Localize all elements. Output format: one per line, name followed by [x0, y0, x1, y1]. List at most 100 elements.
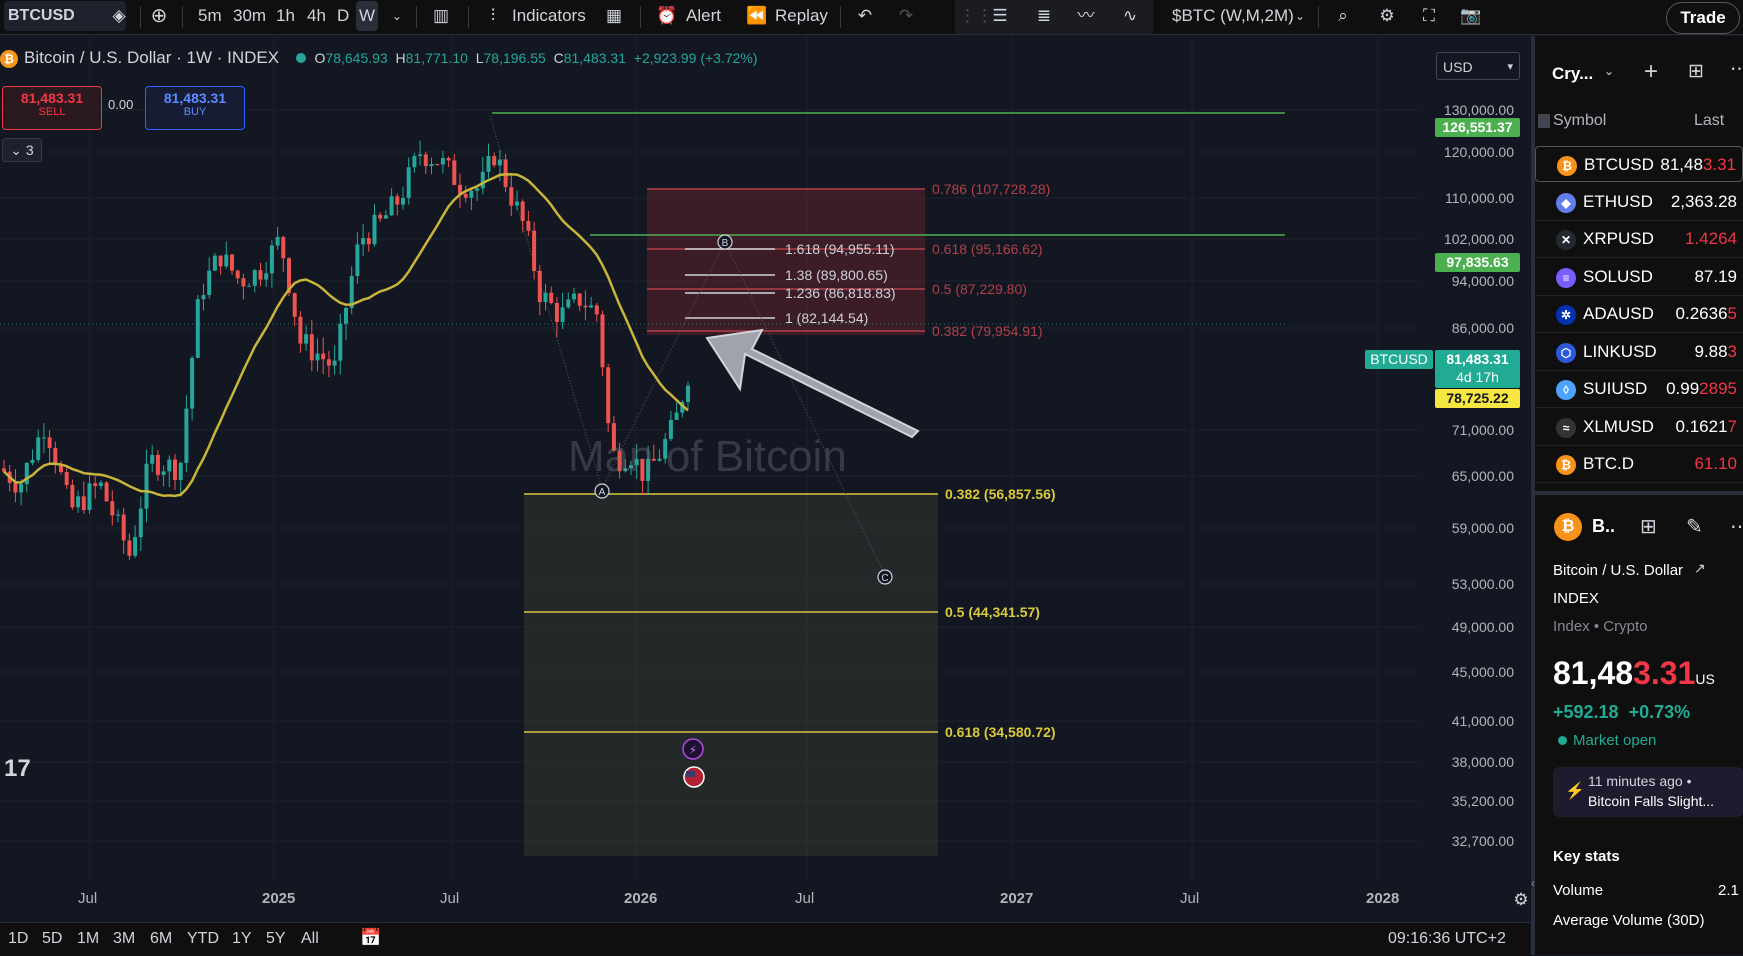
timeframe-5m[interactable]: 5m	[198, 0, 222, 32]
currency-select[interactable]: USD ▾	[1436, 52, 1520, 80]
edit-icon[interactable]: ✎	[1686, 514, 1703, 539]
chevron-down-icon[interactable]: ⌄	[384, 4, 410, 28]
collapse-indicators-button[interactable]: ⌄ 3	[2, 138, 42, 162]
timeframe-1h[interactable]: 1h	[276, 0, 295, 32]
fib-upper-label: 0.382 (79,954.91)	[932, 323, 1043, 339]
wave-label-b[interactable]: B	[717, 234, 733, 250]
col-last[interactable]: Last	[1694, 112, 1724, 130]
undo-icon[interactable]: ↶	[852, 4, 878, 28]
range-1d[interactable]: 1D	[8, 930, 28, 948]
comparison-symbol[interactable]: $BTC (W,M,2M)	[1172, 0, 1294, 32]
sell-button[interactable]: 81,483.31 SELL	[2, 86, 102, 130]
buy-button[interactable]: 81,483.31 BUY	[145, 86, 245, 130]
settings-icon[interactable]: ⚙	[1374, 4, 1400, 28]
drag-handle-icon[interactable]: ⋮⋮	[959, 4, 993, 28]
replay-icon[interactable]: ⏪	[744, 4, 770, 28]
candle-body	[577, 293, 582, 306]
market-open-dot	[295, 53, 306, 63]
watchlist-title[interactable]: Cry...	[1552, 64, 1593, 84]
timeframe-w[interactable]: W	[356, 1, 378, 31]
news-card[interactable]: ⚡ 11 minutes ago • Bitcoin Falls Slight.…	[1553, 767, 1743, 817]
svg-text:C: C	[881, 573, 888, 584]
wave-label-c[interactable]: C	[877, 569, 893, 585]
date-range-icon[interactable]: 📅	[358, 926, 384, 950]
wave-label-a[interactable]: A	[594, 483, 610, 499]
range-3m[interactable]: 3M	[113, 930, 135, 948]
candle-body	[326, 359, 331, 366]
timeframe-4h[interactable]: 4h	[307, 0, 326, 32]
trade-button[interactable]: Trade	[1666, 2, 1740, 34]
candle-body	[452, 160, 457, 185]
replay-button[interactable]: Replay	[775, 0, 828, 32]
range-6m[interactable]: 6M	[150, 930, 172, 948]
add-symbol-icon[interactable]: +	[1644, 58, 1658, 86]
candle-body	[292, 293, 297, 317]
chevron-left-icon[interactable]: ‹	[1531, 876, 1535, 890]
watchlist-row-suiusd[interactable]: ◊ SUIUSD 0.992895	[1535, 371, 1743, 408]
watchlist-row-adausd[interactable]: ✲ ADAUSD 0.26365	[1535, 296, 1743, 333]
wave-pattern-icon[interactable]: 〰	[1073, 4, 1099, 28]
alarm-icon[interactable]: ⏰	[654, 4, 680, 28]
details-symbol[interactable]: B..	[1592, 516, 1615, 537]
candles-icon[interactable]: ▥	[428, 4, 454, 28]
fullscreen-icon[interactable]: ⛶	[1416, 4, 1442, 28]
more-icon[interactable]: ⋯	[1730, 58, 1743, 81]
watermark: Man of Bitcoin	[568, 432, 847, 481]
candle-body	[532, 230, 537, 271]
news-headline: Bitcoin Falls Slight...	[1588, 793, 1715, 809]
watchlist-row-btcd[interactable]: ₿ BTC.D 61.10	[1535, 446, 1743, 483]
compare-icon[interactable]: ◈	[106, 4, 132, 28]
more-icon[interactable]: ⋯	[1730, 514, 1743, 539]
timeframe-30m[interactable]: 30m	[233, 0, 266, 32]
sort-handle[interactable]	[1538, 114, 1550, 128]
range-5y[interactable]: 5Y	[266, 930, 286, 948]
trend-lines-icon[interactable]: ≣	[1031, 4, 1057, 28]
redo-icon[interactable]: ↷	[893, 4, 919, 28]
camera-icon[interactable]: 📷	[1458, 4, 1484, 28]
external-link-icon[interactable]: ↗	[1694, 560, 1706, 577]
price-axis-label: 35,200.00	[1451, 793, 1514, 809]
layout-grid-icon[interactable]: ⊞	[1640, 514, 1657, 539]
timeframe-d[interactable]: D	[337, 0, 349, 32]
bitcoin-icon: ₿	[1554, 513, 1582, 541]
range-1y[interactable]: 1Y	[232, 930, 252, 948]
indicators-button[interactable]: Indicators	[512, 0, 586, 32]
chevron-down-icon[interactable]: ⌄	[1287, 4, 1313, 28]
watchlist-row-linkusd[interactable]: ⬡ LINKUSD 9.883	[1535, 334, 1743, 371]
watchlist-row-solusd[interactable]: ≡ SOLUSD 87.19	[1535, 259, 1743, 296]
candle-body	[492, 155, 497, 166]
candle-body	[600, 314, 605, 368]
candle-body	[252, 270, 257, 286]
quick-search-icon[interactable]: ⌕	[1330, 4, 1356, 28]
range-ytd[interactable]: YTD	[187, 930, 219, 948]
watchlist-row-xrpusd[interactable]: ✕ XRPUSD 1.4264	[1535, 221, 1743, 258]
candle-body	[36, 437, 41, 460]
avg-volume-label: Average Volume (30D)	[1553, 912, 1705, 929]
range-5d[interactable]: 5D	[42, 930, 62, 948]
chevron-down-icon[interactable]: ⌄	[1604, 64, 1614, 78]
clock[interactable]: 09:16:36 UTC+2	[1388, 930, 1506, 948]
watchlist-row-btcusd[interactable]: ₿ BTCUSD 81,483.31	[1535, 146, 1743, 182]
layouts-icon[interactable]: ▦	[601, 4, 627, 28]
col-symbol[interactable]: Symbol	[1553, 112, 1606, 130]
legend-title[interactable]: Bitcoin / U.S. Dollar · 1W · INDEX	[24, 48, 279, 67]
candle-body	[30, 459, 35, 463]
drawing-templates: ⋮⋮ ☰ ≣ 〰 ∿	[955, 0, 1153, 34]
range-1m[interactable]: 1M	[77, 930, 99, 948]
add-symbol-icon[interactable]: ⊕	[146, 4, 172, 28]
abc-pattern-icon[interactable]: ∿	[1117, 4, 1143, 28]
layout-grid-icon[interactable]: ⊞	[1688, 60, 1704, 83]
watchlist-row-xlmusd[interactable]: ≈ XLMUSD 0.16217	[1535, 409, 1743, 446]
price-axis-label: 110,000.00	[1444, 190, 1514, 206]
alert-button[interactable]: Alert	[686, 0, 721, 32]
watchlist-last: 1.4264	[1685, 229, 1737, 248]
indicators-icon[interactable]: ⫶	[480, 4, 506, 28]
arrow-annotation[interactable]	[705, 328, 920, 439]
svg-text:A: A	[599, 487, 606, 498]
horizontal-lines-icon[interactable]: ☰	[987, 4, 1013, 28]
range-all[interactable]: All	[301, 930, 319, 948]
watchlist-row-ethusd[interactable]: ◆ ETHUSD 2,363.28	[1535, 184, 1743, 221]
candle-body	[486, 155, 491, 172]
candle-body	[406, 167, 411, 198]
us-flag-canton	[686, 771, 695, 777]
